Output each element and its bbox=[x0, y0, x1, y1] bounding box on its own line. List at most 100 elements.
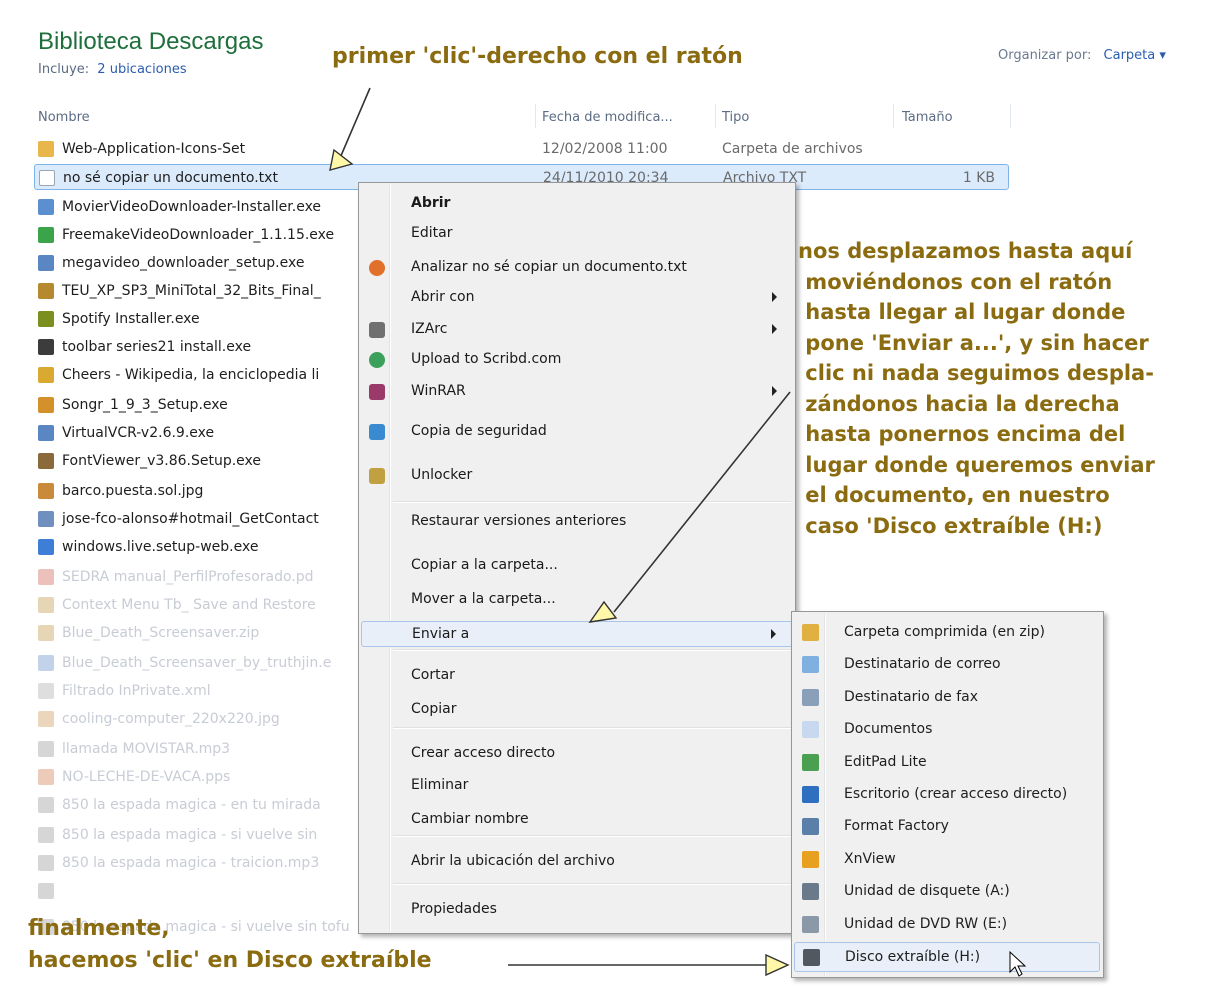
column-size-header[interactable]: Tamaño bbox=[902, 110, 953, 125]
menu-item-upload-to-scribd-com[interactable]: Upload to Scribd.com bbox=[361, 347, 793, 373]
file-name: SEDRA manual_PerfilProfesorado.pd bbox=[62, 569, 314, 585]
menu-item-label: Cortar bbox=[411, 667, 455, 683]
send-to-item-fax[interactable]: Destinatario de fax bbox=[794, 683, 1100, 713]
send-to-item-label: Disco extraíble (H:) bbox=[845, 949, 981, 965]
file-name: barco.puesta.sol.jpg bbox=[62, 483, 204, 499]
submenu-arrow-icon bbox=[772, 324, 777, 334]
menu-separator bbox=[393, 501, 791, 503]
send-to-item-xnview[interactable]: XnView bbox=[794, 845, 1100, 875]
arrange-by-dropdown[interactable]: Carpeta ▾ bbox=[1104, 48, 1166, 63]
antivirus-icon bbox=[369, 260, 385, 276]
column-date-header[interactable]: Fecha de modifica... bbox=[542, 110, 673, 125]
send-to-item-zip-folder[interactable]: Carpeta comprimida (en zip) bbox=[794, 618, 1100, 648]
column-divider[interactable] bbox=[1010, 104, 1011, 128]
windows-live-icon bbox=[38, 539, 54, 555]
send-to-item-label: Destinatario de fax bbox=[844, 688, 978, 705]
menu-item-label: Analizar no sé copiar un documento.txt bbox=[411, 259, 687, 275]
folder-icon bbox=[38, 141, 54, 157]
column-divider[interactable] bbox=[535, 104, 536, 128]
send-to-item-label: Unidad de DVD RW (E:) bbox=[844, 915, 1008, 932]
menu-item-analizar-no-sé-copiar-un-documento-txt[interactable]: Analizar no sé copiar un documento.txt bbox=[361, 255, 793, 281]
send-to-item-label: Escritorio (crear acceso directo) bbox=[844, 786, 1068, 802]
menu-separator bbox=[393, 649, 791, 651]
menu-item-unlocker[interactable]: Unlocker bbox=[361, 463, 793, 489]
send-to-item-removable-disk[interactable]: Disco extraíble (H:) bbox=[794, 942, 1100, 972]
xnview-icon bbox=[802, 850, 819, 868]
desktop-icon bbox=[802, 786, 819, 803]
audio-icon bbox=[38, 883, 54, 899]
menu-item-abrir-con[interactable]: Abrir con bbox=[361, 285, 793, 311]
installer-icon bbox=[38, 199, 54, 215]
spotify-icon bbox=[38, 311, 54, 327]
unlocker-icon bbox=[369, 468, 385, 484]
menu-item-eliminar[interactable]: Eliminar bbox=[361, 773, 793, 799]
menu-item-label: Abrir bbox=[411, 195, 451, 211]
pdf-icon bbox=[38, 569, 54, 585]
send-to-item-label: Unidad de disquete (A:) bbox=[844, 883, 1010, 900]
toolbar-icon bbox=[38, 339, 54, 355]
menu-item-copiar[interactable]: Copiar bbox=[361, 697, 793, 723]
send-to-item-desktop[interactable]: Escritorio (crear acceso directo) bbox=[794, 780, 1100, 810]
menu-item-label: Editar bbox=[411, 225, 453, 241]
menu-item-label: Copiar bbox=[411, 701, 457, 717]
file-name: FontViewer_v3.86.Setup.exe bbox=[62, 453, 262, 469]
dvd-drive-icon bbox=[802, 915, 819, 933]
menu-item-copiar-a-la-carpeta[interactable]: Copiar a la carpeta... bbox=[361, 553, 793, 579]
archive-icon bbox=[38, 283, 54, 299]
menu-item-crear-acceso-directo[interactable]: Crear acceso directo bbox=[361, 741, 793, 767]
send-to-item-mail[interactable]: Destinatario de correo bbox=[794, 650, 1100, 680]
column-divider[interactable] bbox=[893, 104, 894, 128]
includes-locations-link[interactable]: 2 ubicaciones bbox=[97, 62, 186, 77]
column-name-header[interactable]: Nombre bbox=[38, 110, 90, 125]
send-to-item-floppy[interactable]: Unidad de disquete (A:) bbox=[794, 877, 1100, 907]
file-name: Blue_Death_Screensaver_by_truthjin.e bbox=[62, 655, 332, 671]
send-to-item-label: EditPad Lite bbox=[844, 753, 927, 770]
send-to-item-editpad[interactable]: EditPad Lite bbox=[794, 748, 1100, 778]
submenu-arrow-icon bbox=[772, 386, 777, 396]
menu-item-label: Enviar a bbox=[412, 626, 470, 642]
file-name: windows.live.setup-web.exe bbox=[62, 539, 259, 555]
menu-item-abrir[interactable]: Abrir bbox=[361, 191, 793, 217]
menu-item-label: Copia de seguridad bbox=[411, 423, 547, 439]
file-row[interactable]: Web-Application-Icons-Set 12/02/2008 11:0… bbox=[34, 136, 1009, 162]
image-icon bbox=[38, 483, 54, 499]
menu-separator bbox=[393, 883, 791, 885]
menu-item-cortar[interactable]: Cortar bbox=[361, 663, 793, 689]
file-name: Blue_Death_Screensaver.zip bbox=[62, 625, 260, 641]
arrange-by: Organizar por: Carpeta ▾ bbox=[998, 48, 1166, 63]
menu-item-label: Copiar a la carpeta... bbox=[411, 557, 558, 573]
send-to-item-label: Destinatario de correo bbox=[844, 656, 1001, 673]
menu-item-label: Crear acceso directo bbox=[411, 745, 556, 761]
menu-item-enviar-a[interactable]: Enviar a bbox=[361, 621, 793, 647]
submenu-arrow-icon bbox=[771, 629, 776, 639]
music-icon bbox=[38, 397, 54, 413]
send-to-item-format-factory[interactable]: Format Factory bbox=[794, 812, 1100, 842]
menu-item-editar[interactable]: Editar bbox=[361, 221, 793, 247]
audio-icon bbox=[38, 797, 54, 813]
file-name: Filtrado InPrivate.xml bbox=[62, 683, 211, 699]
send-to-item-dvd-drive[interactable]: Unidad de DVD RW (E:) bbox=[794, 910, 1100, 940]
menu-item-izarc[interactable]: IZArc bbox=[361, 317, 793, 343]
annotation-first-right-click: primer 'clic'-derecho con el ratón bbox=[332, 44, 743, 69]
upload-icon bbox=[369, 352, 385, 368]
izarc-icon bbox=[369, 322, 385, 338]
send-to-item-documents[interactable]: Documentos bbox=[794, 715, 1100, 745]
file-name: MovierVideoDownloader-Installer.exe bbox=[62, 199, 322, 215]
send-to-submenu: Carpeta comprimida (en zip) Destinatario … bbox=[791, 611, 1104, 978]
menu-item-abrir-la-ubicación-del-archivo[interactable]: Abrir la ubicación del archivo bbox=[361, 849, 793, 875]
menu-item-winrar[interactable]: WinRAR bbox=[361, 379, 793, 405]
menu-item-mover-a-la-carpeta[interactable]: Mover a la carpeta... bbox=[361, 587, 793, 613]
file-name: NO-LECHE-DE-VACA.pps bbox=[62, 769, 231, 785]
file-type: Carpeta de archivos bbox=[722, 141, 863, 157]
screensaver-icon bbox=[38, 655, 54, 671]
menu-item-label: Unlocker bbox=[411, 467, 473, 483]
menu-item-restaurar-versiones-anteriores[interactable]: Restaurar versiones anteriores bbox=[361, 509, 793, 535]
column-divider[interactable] bbox=[715, 104, 716, 128]
menu-item-copia-de-seguridad[interactable]: Copia de seguridad bbox=[361, 419, 793, 445]
archive-icon bbox=[38, 597, 54, 613]
format-factory-icon bbox=[802, 818, 819, 836]
column-type-header[interactable]: Tipo bbox=[722, 110, 749, 125]
file-name: Cheers - Wikipedia, la enciclopedia li bbox=[62, 367, 320, 383]
library-title: Biblioteca Descargas bbox=[38, 28, 264, 55]
menu-item-cambiar-nombre[interactable]: Cambiar nombre bbox=[361, 807, 793, 833]
